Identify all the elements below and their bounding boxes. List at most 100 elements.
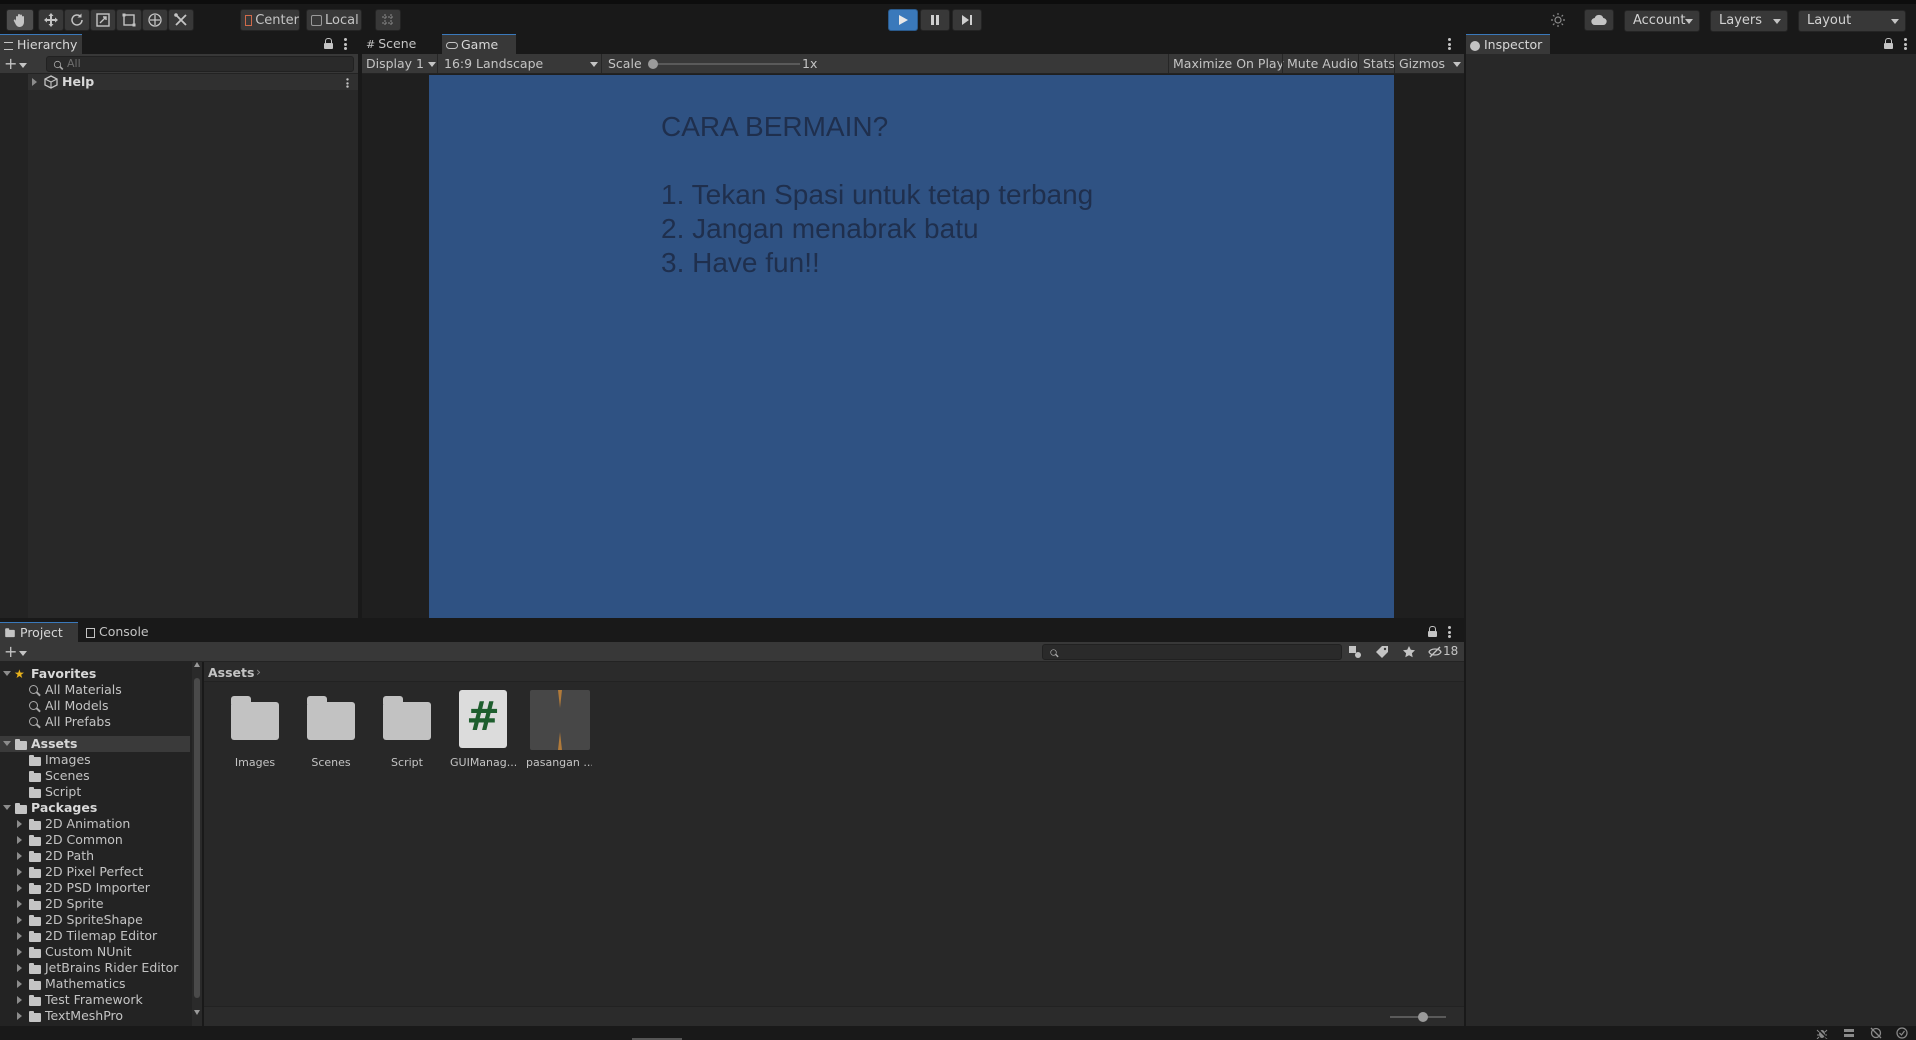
list-item[interactable]: 2D Path (0, 848, 190, 864)
kebab-menu-icon[interactable] (346, 78, 349, 88)
list-item[interactable]: 2D PSD Importer (0, 880, 190, 896)
expand-arrow-icon[interactable] (17, 964, 22, 972)
kebab-menu-icon[interactable] (1448, 626, 1451, 638)
kebab-menu-icon[interactable] (1448, 38, 1451, 50)
expand-arrow-icon[interactable] (32, 78, 37, 86)
lock-icon[interactable] (1428, 626, 1437, 637)
star-icon[interactable] (1402, 645, 1416, 659)
game-viewport[interactable]: CARA BERMAIN? 1. Tekan Spasi untuk tetap… (429, 75, 1394, 618)
expand-arrow-icon[interactable] (17, 884, 22, 892)
list-item[interactable]: Custom NUnit (0, 944, 190, 960)
list-item[interactable]: 2D SpriteShape (0, 912, 190, 928)
aspect-dropdown[interactable]: 16:9 Landscape (440, 54, 602, 73)
list-item[interactable]: JetBrains Rider Editor (0, 960, 190, 976)
custom-tool-button[interactable] (168, 9, 194, 31)
rotate-tool-button[interactable] (64, 9, 90, 31)
transform-tool-button[interactable] (142, 9, 168, 31)
layers-dropdown[interactable]: Layers (1710, 10, 1788, 32)
collapse-arrow-icon[interactable] (3, 805, 11, 810)
icon-size-slider[interactable] (1390, 1012, 1446, 1022)
tab-console[interactable]: Console (82, 622, 162, 642)
stats-toggle[interactable]: Stats (1358, 54, 1395, 73)
hidden-eye-icon[interactable] (1428, 646, 1442, 658)
create-button[interactable]: + (4, 644, 28, 660)
tab-hierarchy[interactable]: Hierarchy (0, 34, 82, 54)
pivot-local-button[interactable]: Local (306, 9, 362, 31)
network-icon[interactable] (1870, 1027, 1882, 1039)
pause-button[interactable] (920, 9, 950, 31)
list-item[interactable]: 2D Animation (0, 816, 190, 832)
expand-arrow-icon[interactable] (17, 916, 22, 924)
expand-arrow-icon[interactable] (17, 900, 22, 908)
list-item[interactable]: Script (0, 784, 190, 800)
pivot-center-button[interactable]: Center (240, 9, 300, 31)
kebab-menu-icon[interactable] (344, 38, 347, 50)
tree-scrollbar[interactable] (192, 662, 202, 1026)
display-dropdown[interactable]: Display 1 (362, 54, 438, 73)
collapse-arrow-icon[interactable] (3, 741, 11, 746)
list-item[interactable]: Help (28, 74, 358, 90)
list-item[interactable]: 2D Sprite (0, 896, 190, 912)
rect-tool-button[interactable] (116, 9, 142, 31)
grid-snap-button[interactable] (375, 9, 401, 31)
scroll-down-icon[interactable] (194, 1010, 200, 1015)
list-item[interactable]: Mathematics (0, 976, 190, 992)
expand-arrow-icon[interactable] (17, 852, 22, 860)
expand-arrow-icon[interactable] (17, 868, 22, 876)
account-dropdown[interactable]: Account (1624, 10, 1700, 32)
slider-thumb[interactable] (648, 59, 658, 69)
scale-tool-button[interactable] (90, 9, 116, 31)
list-item[interactable]: TextMeshPro (0, 1008, 190, 1024)
cache-server-icon[interactable] (1843, 1027, 1855, 1039)
slider-thumb[interactable] (1418, 1012, 1428, 1022)
list-item[interactable]: Test Framework (0, 992, 190, 1008)
expand-arrow-icon[interactable] (17, 1012, 22, 1020)
scrollbar-thumb[interactable] (194, 678, 200, 998)
lock-icon[interactable] (324, 38, 333, 49)
expand-arrow-icon[interactable] (17, 820, 22, 828)
breadcrumb-assets[interactable]: Assets (208, 665, 254, 680)
search-by-type-icon[interactable] (1348, 645, 1362, 659)
list-item[interactable]: All Prefabs (0, 714, 190, 730)
tab-inspector[interactable]: Inspector (1466, 34, 1550, 54)
checkmark-icon[interactable] (1896, 1027, 1908, 1039)
list-item[interactable]: 2D Tilemap Editor (0, 928, 190, 944)
list-item[interactable]: 2D Common (0, 832, 190, 848)
gizmos-dropdown[interactable]: Gizmos (1394, 54, 1464, 73)
expand-arrow-icon[interactable] (17, 836, 22, 844)
label-tag-icon[interactable] (1375, 645, 1389, 659)
list-item[interactable]: All Materials (0, 682, 190, 698)
hand-tool-button[interactable] (6, 9, 34, 31)
expand-arrow-icon[interactable] (17, 980, 22, 988)
cloud-button[interactable] (1584, 9, 1614, 31)
collapse-arrow-icon[interactable] (3, 671, 11, 676)
kebab-menu-icon[interactable] (1904, 38, 1907, 50)
project-search-input[interactable] (1042, 644, 1342, 660)
step-button[interactable] (952, 9, 982, 31)
bug-icon[interactable] (1816, 1027, 1828, 1039)
create-button[interactable]: + (4, 56, 28, 72)
expand-arrow-icon[interactable] (17, 996, 22, 1004)
scale-slider[interactable] (648, 59, 800, 69)
lighting-button[interactable] (1545, 9, 1571, 31)
list-item[interactable]: All Models (0, 698, 190, 714)
hierarchy-search-input[interactable]: All (46, 56, 354, 72)
lock-icon[interactable] (1884, 38, 1893, 49)
packages-header[interactable]: Packages (0, 800, 190, 816)
expand-arrow-icon[interactable] (17, 932, 22, 940)
play-button[interactable] (888, 9, 918, 31)
tab-scene[interactable]: # Scene (362, 34, 442, 54)
scroll-up-icon[interactable] (194, 662, 200, 667)
assets-header[interactable]: Assets (0, 736, 190, 752)
tab-game[interactable]: Game (442, 34, 516, 54)
list-item[interactable]: 2D Pixel Perfect (0, 864, 190, 880)
maximize-on-play-toggle[interactable]: Maximize On Play (1168, 54, 1284, 73)
expand-arrow-icon[interactable] (17, 948, 22, 956)
layout-dropdown[interactable]: Layout (1798, 10, 1906, 32)
tab-project[interactable]: Project (0, 622, 78, 642)
list-item[interactable]: Images (0, 752, 190, 768)
mute-audio-toggle[interactable]: Mute Audio (1282, 54, 1358, 73)
list-item[interactable]: Scenes (0, 768, 190, 784)
favorites-header[interactable]: ★ Favorites (0, 666, 190, 682)
move-tool-button[interactable] (38, 9, 64, 31)
